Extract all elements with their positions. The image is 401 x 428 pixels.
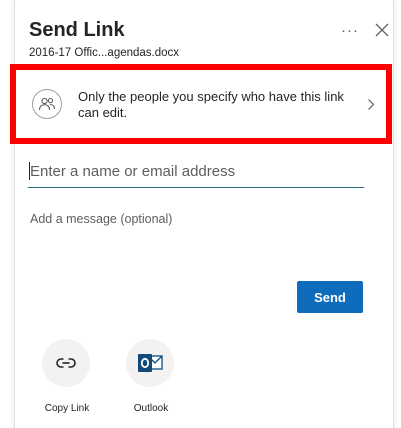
copy-link-label: Copy Link: [44, 403, 90, 414]
more-options-icon: ···: [341, 21, 359, 39]
link-icon: [56, 358, 76, 368]
people-icon: [32, 89, 62, 119]
recipient-input[interactable]: [28, 156, 364, 188]
outlook-label: Outlook: [133, 403, 169, 414]
outlook-icon: [138, 354, 163, 372]
more-options-button[interactable]: ···: [337, 20, 363, 40]
permission-description: Only the people you specify who have thi…: [78, 89, 344, 120]
outlook-option[interactable]: Outlook: [116, 339, 186, 419]
dialog-title: Send Link: [29, 19, 125, 41]
copy-link-option[interactable]: Copy Link: [32, 339, 102, 419]
chevron-right-icon: [368, 99, 375, 110]
close-button[interactable]: [371, 19, 393, 41]
message-input[interactable]: [28, 207, 364, 231]
close-icon: [375, 23, 389, 37]
send-button[interactable]: Send: [297, 281, 363, 313]
outlook-icon-circle: [126, 339, 174, 387]
copy-link-icon-circle: [42, 339, 90, 387]
text-cursor: [29, 162, 30, 180]
link-permission-settings[interactable]: Only the people you specify who have thi…: [22, 80, 382, 130]
file-name: 2016-17 Offic...agendas.docx: [29, 47, 180, 59]
